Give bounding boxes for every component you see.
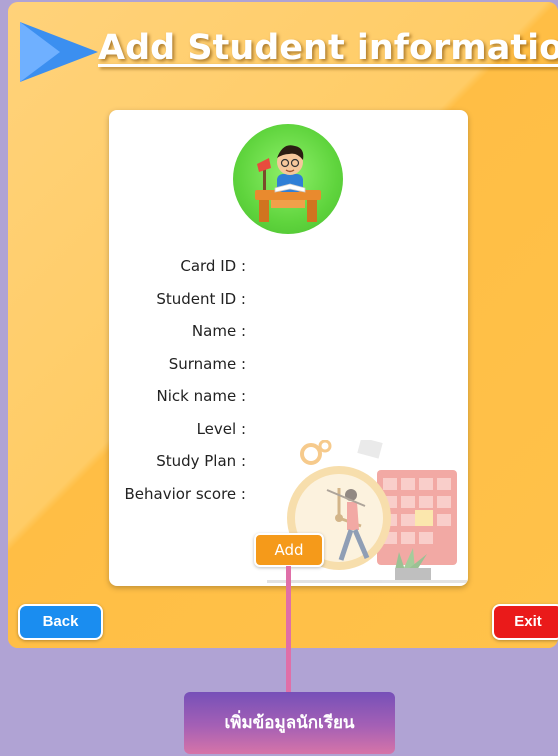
card-id-label: Card ID :	[180, 257, 246, 275]
play-triangle-highlight	[20, 22, 60, 82]
page-title: Add Student information	[98, 28, 558, 68]
behavior-score-label: Behavior score :	[124, 484, 246, 503]
callout-connector-line	[286, 566, 291, 694]
surname-label: Surname :	[168, 354, 246, 373]
field-labels: Card ID : Student ID : Name : Surname : …	[109, 250, 246, 510]
student-avatar-icon	[233, 124, 343, 234]
add-button[interactable]: Add	[254, 533, 324, 567]
student-form-card: Card ID : Student ID : Name : Surname : …	[109, 110, 468, 586]
name-label: Name :	[191, 322, 246, 340]
callout-label: เพิ่มข้อมูลนักเรียน	[184, 692, 395, 754]
back-button[interactable]: Back	[18, 604, 103, 640]
nickname-label: Nick name :	[156, 387, 246, 405]
main-panel: Add Student information Card ID: Studen…	[8, 2, 558, 648]
student-reading-icon	[255, 145, 321, 222]
study-plan-label: Study Plan :	[156, 452, 246, 470]
level-label: Level :	[196, 419, 246, 438]
student-id-label: Student ID :	[156, 289, 246, 308]
exit-button[interactable]: Exit	[492, 604, 558, 640]
